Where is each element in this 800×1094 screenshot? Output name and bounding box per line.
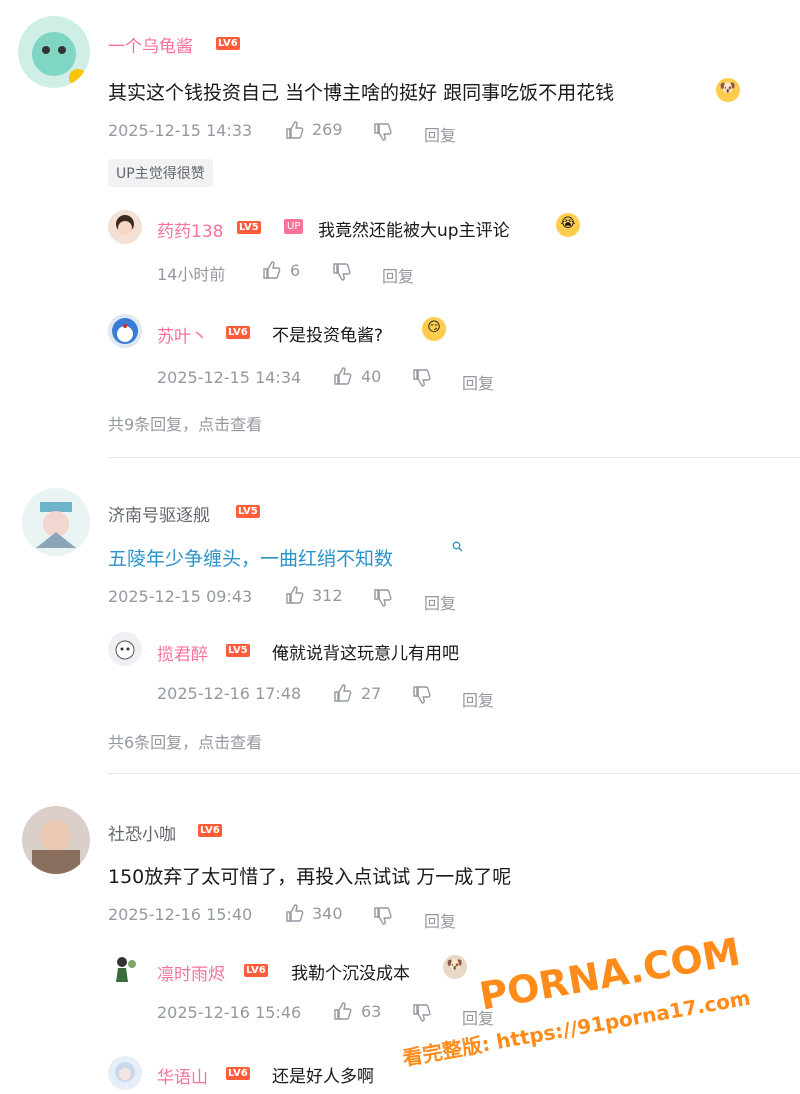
avatar[interactable] <box>18 16 90 88</box>
comment-text: 其实这个钱投资自己 当个博主啥的挺好 跟同事吃饭不用花钱 <box>108 82 615 104</box>
reply-text: 我勒个沉没成本 <box>291 964 410 984</box>
username[interactable]: 社恐小咖 <box>108 820 176 845</box>
timestamp: 2025-12-16 15:46 <box>157 1003 302 1022</box>
level-badge: LV5 <box>236 505 260 518</box>
username[interactable]: 苏叶丶 <box>157 322 208 347</box>
avatar-image <box>115 640 135 660</box>
reply-button[interactable]: 回复 <box>424 590 456 614</box>
username[interactable]: 凛时雨烬 <box>157 960 225 985</box>
like-icon[interactable] <box>333 1001 353 1021</box>
like-count: 6 <box>290 261 301 280</box>
like-icon[interactable] <box>285 903 305 923</box>
avatar-image <box>32 820 80 874</box>
like-icon[interactable] <box>262 260 282 280</box>
avatar-image <box>36 502 76 548</box>
timestamp: 2025-12-15 09:43 <box>108 587 253 606</box>
timestamp: 2025-12-15 14:34 <box>157 368 302 387</box>
up-liked-badge: UP主觉得很赞 <box>108 159 213 187</box>
username[interactable]: 药药138 <box>157 217 223 242</box>
reply-button[interactable]: 回复 <box>462 370 494 394</box>
up-tag: UP <box>284 219 304 234</box>
timestamp: 2025-12-15 14:33 <box>108 121 253 140</box>
dislike-icon[interactable] <box>373 122 393 142</box>
avatar[interactable] <box>108 210 142 244</box>
search-icon[interactable] <box>452 541 463 552</box>
like-count: 269 <box>312 120 343 139</box>
avatar[interactable] <box>108 952 142 986</box>
view-more-replies[interactable]: 共6条回复，点击查看 <box>108 729 262 753</box>
reply-button[interactable]: 回复 <box>424 122 456 146</box>
reply-text: 俺就说背这玩意儿有用吧 <box>272 644 459 664</box>
doge-emoji-icon: 🐶 <box>716 78 740 102</box>
timestamp: 2025-12-16 15:40 <box>108 905 253 924</box>
timestamp: 2025-12-16 17:48 <box>157 684 302 703</box>
reply-button[interactable]: 回复 <box>424 908 456 932</box>
dislike-icon[interactable] <box>373 588 393 608</box>
level-badge: LV6 <box>216 37 240 50</box>
level-badge: LV5 <box>237 221 261 234</box>
reply-button[interactable]: 回复 <box>462 687 494 711</box>
dislike-icon[interactable] <box>412 1003 432 1023</box>
level-badge: LV6 <box>226 1067 250 1080</box>
comment-text: 150放弃了太可惜了，再投入点试试 万一成了呢 <box>108 866 512 888</box>
dislike-icon[interactable] <box>332 262 352 282</box>
like-icon[interactable] <box>285 585 305 605</box>
avatar[interactable] <box>22 488 90 556</box>
avatar-image <box>116 957 136 982</box>
dislike-icon[interactable] <box>412 685 432 705</box>
dislike-icon[interactable] <box>373 906 393 926</box>
avatar[interactable] <box>108 1056 142 1090</box>
level-badge: LV5 <box>226 644 250 657</box>
comment-text: 五陵年少争缠头，一曲红绡不知数 <box>108 548 394 570</box>
username[interactable]: 济南号驱逐舰 <box>108 501 210 526</box>
reply-text: 还是好人多啊 <box>272 1067 374 1087</box>
like-icon[interactable] <box>333 366 353 386</box>
level-badge: LV6 <box>226 326 250 339</box>
like-icon[interactable] <box>285 120 305 140</box>
divider <box>108 773 800 774</box>
level-badge: LV6 <box>244 964 268 977</box>
touched-emoji-icon: 😭 <box>556 213 580 237</box>
dog-emoji-icon: 🐶 <box>443 955 467 979</box>
dislike-icon[interactable] <box>412 368 432 388</box>
timestamp: 14小时前 <box>157 265 226 284</box>
like-count: 27 <box>361 684 382 703</box>
reply-text: 我竟然还能被大up主评论 <box>318 221 510 241</box>
view-more-replies[interactable]: 共9条回复，点击查看 <box>108 411 262 435</box>
divider <box>108 457 800 458</box>
like-count: 63 <box>361 1002 382 1021</box>
username[interactable]: 华语山 <box>157 1063 208 1088</box>
like-count: 340 <box>312 904 343 923</box>
like-count: 40 <box>361 367 382 386</box>
like-icon[interactable] <box>333 683 353 703</box>
avatar[interactable] <box>108 314 142 348</box>
username[interactable]: 揽君醉 <box>157 640 208 665</box>
avatar-image <box>115 1062 135 1082</box>
like-count: 312 <box>312 586 343 605</box>
avatar[interactable] <box>22 806 90 874</box>
reply-button[interactable]: 回复 <box>382 263 414 287</box>
avatar[interactable] <box>108 632 142 666</box>
avatar-image <box>116 215 134 235</box>
level-badge: LV6 <box>198 824 222 837</box>
username[interactable]: 一个乌龟酱 <box>108 32 193 57</box>
avatar-image <box>112 318 138 344</box>
smirk-emoji-icon: 😏 <box>422 317 446 341</box>
avatar-image <box>32 32 87 87</box>
reply-text: 不是投资龟酱? <box>272 326 384 346</box>
